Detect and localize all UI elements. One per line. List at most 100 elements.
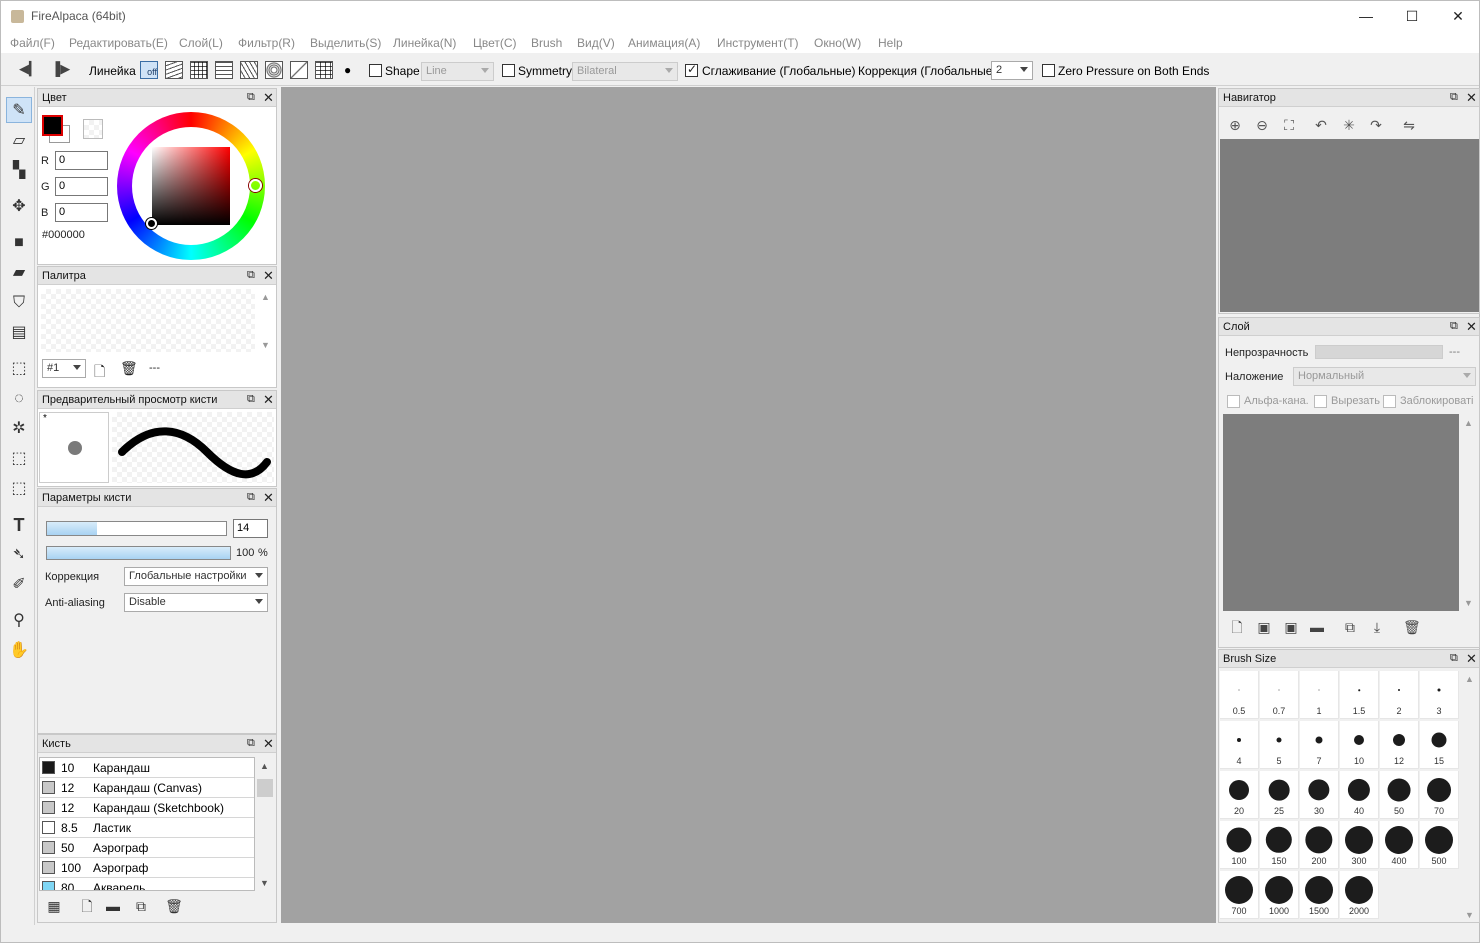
- layer-undock-icon[interactable]: ⧉: [1450, 320, 1458, 333]
- brush-list-item[interactable]: 80 Акварель: [40, 878, 254, 890]
- b-input[interactable]: 0: [55, 203, 108, 222]
- zero-pressure-checkbox[interactable]: [1042, 64, 1055, 77]
- brush-size-scroll-down-icon[interactable]: ▼: [1465, 910, 1474, 920]
- brush-size-cell[interactable]: 25: [1260, 771, 1299, 819]
- rotate-right-icon[interactable]: ↷: [1367, 116, 1385, 134]
- menu-color[interactable]: Цвет(C): [473, 36, 517, 50]
- brush-size-cell[interactable]: 2000: [1340, 871, 1379, 919]
- close-button[interactable]: ✕: [1435, 1, 1480, 32]
- palette-new-icon[interactable]: 🗋: [94, 361, 105, 385]
- brush-size-close-icon[interactable]: ✕: [1466, 651, 1477, 667]
- brush-size-cell[interactable]: 2: [1380, 671, 1419, 719]
- palette-panel-undock-icon[interactable]: ⧉: [247, 269, 255, 282]
- layer-blend-select[interactable]: Нормальный: [1293, 367, 1476, 386]
- zoom-in-icon[interactable]: ⊕: [1226, 116, 1244, 134]
- layer-scroll-down-icon[interactable]: ▼: [1464, 598, 1473, 608]
- duplicate-layer-icon[interactable]: ⧉: [1342, 618, 1358, 636]
- move-tool-icon[interactable]: ✥: [6, 194, 32, 220]
- layer-close-icon[interactable]: ✕: [1466, 319, 1477, 335]
- brush-list-item[interactable]: 12 Карандаш (Canvas): [40, 778, 254, 798]
- select-tool-icon[interactable]: ⬚: [6, 356, 32, 382]
- ruler-cross-icon[interactable]: [190, 61, 208, 79]
- palette-panel-close-icon[interactable]: ✕: [263, 268, 274, 284]
- palette-scroll-up-icon[interactable]: ▲: [261, 292, 270, 302]
- navigator-preview[interactable]: [1220, 139, 1479, 312]
- brush-size-cell[interactable]: 7: [1300, 721, 1339, 769]
- maximize-button[interactable]: ☐: [1389, 1, 1435, 32]
- rotate-reset-icon[interactable]: ✳: [1340, 116, 1358, 134]
- g-input[interactable]: 0: [55, 177, 108, 196]
- brush-size-cell[interactable]: 20: [1220, 771, 1259, 819]
- brush-tool-icon[interactable]: ✎: [6, 97, 32, 123]
- brush-size-cell[interactable]: 0.7: [1260, 671, 1299, 719]
- menu-ruler[interactable]: Линейка(N): [393, 36, 456, 50]
- brush-size-cell[interactable]: 1: [1300, 671, 1339, 719]
- operation-tool-icon[interactable]: ➴: [6, 542, 32, 568]
- saturation-value-square[interactable]: [152, 147, 230, 225]
- ruler-parallel-icon[interactable]: [165, 61, 183, 79]
- shape-checkbox[interactable]: [369, 64, 382, 77]
- brush-list-item[interactable]: 12 Карандаш (Sketchbook): [40, 798, 254, 818]
- ruler-perspective-icon[interactable]: [315, 61, 333, 79]
- lock-checkbox[interactable]: [1383, 395, 1396, 408]
- brush-preview-undock-icon[interactable]: ⧉: [247, 393, 255, 406]
- eraser-tool-icon[interactable]: ▱: [6, 128, 32, 154]
- eyedropper-tool-icon[interactable]: ⚲: [6, 608, 32, 634]
- palette-delete-icon[interactable]: 🗑: [120, 360, 138, 377]
- brush-list-item[interactable]: 10 Карандаш: [40, 758, 254, 778]
- brush-size-cell[interactable]: 40: [1340, 771, 1379, 819]
- brush-panel-close-icon[interactable]: ✕: [263, 736, 274, 752]
- correction-select[interactable]: 2: [991, 61, 1033, 80]
- sv-marker[interactable]: [146, 218, 157, 229]
- brush-list-scroll-up-icon[interactable]: ▲: [260, 761, 269, 771]
- smoothing-checkbox[interactable]: [685, 62, 698, 77]
- brush-size-scroll-up-icon[interactable]: ▲: [1465, 674, 1474, 684]
- brush-size-cell[interactable]: 3: [1420, 671, 1459, 719]
- menu-edit[interactable]: Редактировать(E): [69, 36, 168, 50]
- anti-aliasing-select[interactable]: Disable: [124, 593, 268, 612]
- brush-size-cell[interactable]: 4: [1220, 721, 1259, 769]
- brush-list-scroll-thumb[interactable]: [257, 779, 273, 797]
- clipping-checkbox[interactable]: [1314, 395, 1327, 408]
- ruler-curve-icon[interactable]: [290, 61, 308, 79]
- brush-panel-undock-icon[interactable]: ⧉: [247, 737, 255, 750]
- brush-opacity-slider[interactable]: [46, 546, 231, 560]
- brush-size-cell[interactable]: 10: [1340, 721, 1379, 769]
- palette-select[interactable]: #1: [42, 359, 86, 378]
- menu-brush[interactable]: Brush: [531, 36, 562, 50]
- brush-size-cell[interactable]: 150: [1260, 821, 1299, 869]
- ruler-ellipse-icon[interactable]: [215, 61, 233, 79]
- magic-wand-tool-icon[interactable]: ✲: [6, 416, 32, 442]
- select-pen-tool-icon[interactable]: ⬚: [6, 446, 32, 472]
- fill-lasso-tool-icon[interactable]: ▰: [6, 260, 32, 286]
- brush-size-input[interactable]: 14: [233, 519, 268, 538]
- alpha-lock-checkbox[interactable]: [1227, 395, 1240, 408]
- rotate-left-icon[interactable]: ↶: [1312, 116, 1330, 134]
- fill-rect-tool-icon[interactable]: ■: [6, 230, 32, 256]
- ruler-concentric-icon[interactable]: [265, 61, 283, 79]
- brush-new-icon[interactable]: 🗋: [78, 897, 96, 915]
- bucket-tool-icon[interactable]: ⛉: [6, 290, 32, 316]
- brush-duplicate-icon[interactable]: ⧉: [132, 897, 150, 915]
- ruler-radial-icon[interactable]: [240, 61, 258, 79]
- brush-size-cell[interactable]: 700: [1220, 871, 1259, 919]
- lasso-tool-icon[interactable]: ◌: [6, 386, 32, 412]
- menu-file[interactable]: Файл(F): [10, 36, 55, 50]
- menu-view[interactable]: Вид(V): [577, 36, 615, 50]
- brush-size-cell[interactable]: 12: [1380, 721, 1419, 769]
- new-folder-icon[interactable]: ▬: [1309, 618, 1325, 636]
- brush-delete-icon[interactable]: 🗑: [165, 897, 183, 915]
- text-tool-icon[interactable]: T: [6, 512, 32, 538]
- brush-size-cell[interactable]: 1000: [1260, 871, 1299, 919]
- brush-correction-select[interactable]: Глобальные настройки: [124, 567, 268, 586]
- brush-size-cell[interactable]: 5: [1260, 721, 1299, 769]
- menu-filter[interactable]: Фильтр(R): [238, 36, 295, 50]
- undo-icon[interactable]: ◀▎: [19, 61, 39, 77]
- canvas-area[interactable]: [281, 87, 1216, 923]
- brush-folder-icon[interactable]: ▬: [104, 897, 122, 915]
- frame-divider-tool-icon[interactable]: ✐: [6, 572, 32, 598]
- merge-down-icon[interactable]: ⤓: [1369, 618, 1385, 636]
- new-8bit-layer-icon[interactable]: ▣: [1256, 618, 1272, 636]
- layer-scroll-up-icon[interactable]: ▲: [1464, 418, 1473, 428]
- brush-size-cell[interactable]: 70: [1420, 771, 1459, 819]
